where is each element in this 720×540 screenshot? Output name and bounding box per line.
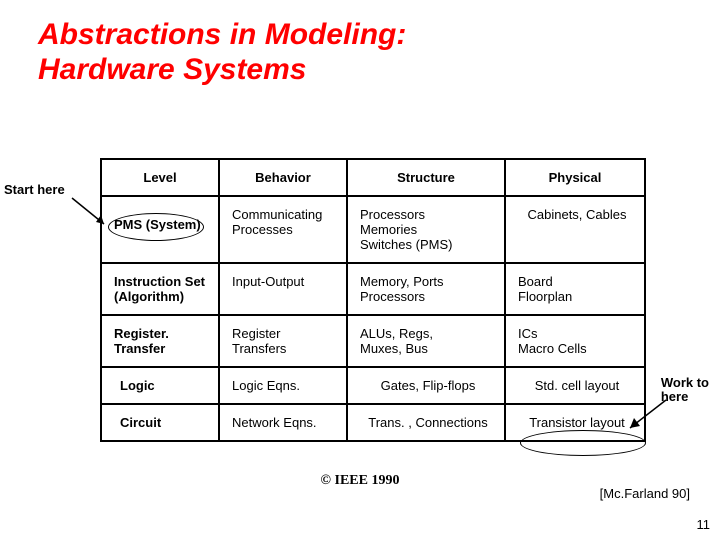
lvl1-l1: Instruction Set — [114, 274, 205, 289]
start-here-label: Start here — [4, 182, 65, 197]
cell-structure-1: Memory, Ports Processors — [347, 263, 505, 315]
beh0-l1: Communicating — [232, 207, 322, 222]
cell-physical-4: Transistor layout — [505, 404, 645, 441]
str0-l3: Switches (PMS) — [360, 237, 452, 252]
table-row: Logic Logic Eqns. Gates, Flip-flops Std.… — [101, 367, 645, 404]
cell-behavior-0: Communicating Processes — [219, 196, 347, 263]
cell-behavior-3: Logic Eqns. — [219, 367, 347, 404]
work-to-here-label: Work to here — [661, 376, 709, 405]
cell-behavior-2: Register Transfers — [219, 315, 347, 367]
cell-level-2: Register. Transfer — [101, 315, 219, 367]
citation-text: [Mc.Farland 90] — [600, 486, 690, 501]
cell-physical-0: Cabinets, Cables — [505, 196, 645, 263]
str0-l2: Memories — [360, 222, 417, 237]
str2-l2: Muxes, Bus — [360, 341, 428, 356]
slide-title: Abstractions in Modeling: Hardware Syste… — [0, 0, 720, 87]
cell-level-4: Circuit — [101, 404, 219, 441]
page-number: 11 — [697, 517, 711, 532]
title-line1: Abstractions in Modeling: — [38, 18, 406, 51]
str1-l2: Processors — [360, 289, 425, 304]
level-0-text: PMS (System) — [114, 217, 201, 232]
table-row: PMS (System) Communicating Processes Pro… — [101, 196, 645, 263]
cell-behavior-4: Network Eqns. — [219, 404, 347, 441]
cell-level-0: PMS (System) — [101, 196, 219, 263]
abstraction-table: Level Behavior Structure Physical PMS (S… — [100, 158, 645, 442]
beh0-l2: Processes — [232, 222, 293, 237]
beh2-l1: Register — [232, 326, 280, 341]
cell-structure-4: Trans. , Connections — [347, 404, 505, 441]
work-l2: here — [661, 389, 688, 404]
lvl2-l2: Transfer — [114, 341, 165, 356]
table-row: Register. Transfer Register Transfers AL… — [101, 315, 645, 367]
cell-structure-2: ALUs, Regs, Muxes, Bus — [347, 315, 505, 367]
phy2-l1: ICs — [518, 326, 538, 341]
beh2-l2: Transfers — [232, 341, 286, 356]
cell-level-1: Instruction Set (Algorithm) — [101, 263, 219, 315]
lvl2-l1: Register. — [114, 326, 169, 341]
str1-l1: Memory, Ports — [360, 274, 444, 289]
phy2-l2: Macro Cells — [518, 341, 587, 356]
cell-structure-3: Gates, Flip-flops — [347, 367, 505, 404]
header-physical: Physical — [505, 159, 645, 196]
cell-physical-3: Std. cell layout — [505, 367, 645, 404]
str2-l1: ALUs, Regs, — [360, 326, 433, 341]
header-level: Level — [101, 159, 219, 196]
table-row: Instruction Set (Algorithm) Input-Output… — [101, 263, 645, 315]
header-behavior: Behavior — [219, 159, 347, 196]
phy1-l1: Board — [518, 274, 553, 289]
cell-physical-1: Board Floorplan — [505, 263, 645, 315]
work-l1: Work to — [661, 375, 709, 390]
cell-physical-2: ICs Macro Cells — [505, 315, 645, 367]
phy1-l2: Floorplan — [518, 289, 572, 304]
str0-l1: Processors — [360, 207, 425, 222]
table-header-row: Level Behavior Structure Physical — [101, 159, 645, 196]
cell-level-3: Logic — [101, 367, 219, 404]
header-structure: Structure — [347, 159, 505, 196]
lvl1-l2: (Algorithm) — [114, 289, 184, 304]
cell-behavior-1: Input-Output — [219, 263, 347, 315]
title-line2: Hardware Systems — [38, 53, 306, 86]
table-row: Circuit Network Eqns. Trans. , Connectio… — [101, 404, 645, 441]
cell-structure-0: Processors Memories Switches (PMS) — [347, 196, 505, 263]
